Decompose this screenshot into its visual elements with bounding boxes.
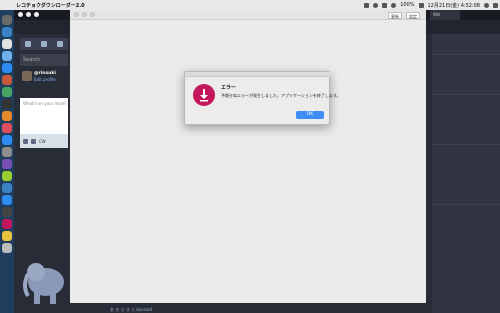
globe-icon[interactable] — [31, 138, 36, 144]
app-icon[interactable] — [2, 123, 12, 133]
column-divider — [432, 54, 500, 55]
app-icon[interactable] — [2, 99, 12, 109]
dialog-top-bar — [185, 72, 331, 77]
search-icon[interactable] — [484, 2, 489, 8]
app-icon[interactable] — [2, 51, 12, 61]
users-icon[interactable] — [41, 41, 47, 47]
app-icon[interactable] — [2, 87, 12, 97]
profile-handle[interactable]: @rinsuki — [34, 71, 56, 76]
window-titlebar: 更新 設定 — [70, 10, 426, 20]
compose-toolbar: CW — [20, 134, 68, 148]
content-warning-button[interactable]: CW — [39, 139, 46, 144]
app-icon[interactable] — [2, 39, 12, 49]
menu-icon[interactable] — [493, 2, 498, 8]
minimize-button[interactable] — [26, 12, 31, 17]
finder-icon[interactable] — [2, 15, 12, 25]
zoom-button[interactable] — [90, 12, 95, 17]
status-icon[interactable] — [382, 2, 388, 8]
globe-icon[interactable] — [57, 41, 63, 47]
app-menu-name[interactable]: レコチョクダウンローダー2.0 — [16, 2, 85, 9]
column-divider — [432, 144, 500, 145]
mascot-illustration — [23, 263, 64, 304]
download-icon — [193, 84, 215, 106]
app-icon[interactable] — [2, 75, 12, 85]
download-app-icon[interactable] — [2, 219, 12, 229]
app-icon[interactable] — [2, 147, 12, 157]
app-icon[interactable] — [2, 159, 12, 169]
dialog-title: エラー — [221, 85, 237, 91]
clock[interactable]: 12月21日(金) 4:52:08 — [428, 2, 481, 9]
dock — [0, 10, 14, 313]
update-button[interactable]: 更新 — [388, 12, 402, 19]
menu-icon[interactable] — [25, 41, 31, 47]
compose-placeholder: What's on your mind? — [23, 101, 67, 106]
app-icon[interactable] — [2, 231, 12, 241]
menu-bar: レコチョクダウンローダー2.0 100% 12月21日(金) 4:52:08 — [0, 0, 500, 10]
status-icon[interactable] — [373, 2, 379, 8]
app-icon[interactable] — [2, 207, 12, 217]
app-icon[interactable] — [2, 183, 12, 193]
app-icon[interactable] — [2, 27, 12, 37]
app-icon[interactable] — [2, 135, 12, 145]
dialog-message: 予期せぬエラーが発生しました。アプリケーションを終了します。 — [221, 93, 341, 98]
zoom-button[interactable] — [34, 12, 39, 17]
column-divider — [432, 204, 500, 205]
column-divider — [432, 94, 500, 95]
compose-textarea[interactable]: What's on your mind? — [20, 98, 68, 134]
ok-button[interactable]: OK — [296, 111, 324, 119]
status-icon[interactable] — [364, 2, 370, 8]
app-icon[interactable] — [2, 195, 12, 205]
edit-profile-link[interactable]: Edit profile — [34, 77, 56, 82]
battery-percent[interactable]: 100% — [400, 2, 414, 8]
app-icon[interactable] — [2, 63, 12, 73]
app-icon[interactable] — [2, 171, 12, 181]
browser-tab[interactable]: Wel — [430, 10, 460, 20]
avatar[interactable] — [22, 71, 32, 81]
downloader-window: 更新 設定 — [70, 10, 426, 303]
footer-text: あ き ら き ら bonzoid — [110, 307, 153, 312]
right-column — [432, 34, 500, 313]
compose-nav-bar — [20, 38, 68, 50]
window-controls — [18, 12, 39, 17]
window-controls — [74, 12, 95, 17]
close-button[interactable] — [18, 12, 23, 17]
profile-card: @rinsuki Edit profile — [20, 68, 68, 98]
error-dialog: エラー 予期せぬエラーが発生しました。アプリケーションを終了します。 OK — [184, 71, 341, 125]
close-button[interactable] — [74, 12, 79, 17]
search-input[interactable]: Search — [20, 54, 68, 66]
app-icon[interactable] — [2, 111, 12, 121]
minimize-button[interactable] — [82, 12, 87, 17]
camera-icon[interactable] — [23, 138, 28, 144]
settings-button[interactable]: 設定 — [406, 12, 420, 19]
battery-icon[interactable] — [418, 2, 424, 8]
trash-icon[interactable] — [2, 243, 12, 253]
wifi-icon[interactable] — [391, 2, 397, 8]
status-area: 100% 12月21日(金) 4:52:08 — [364, 0, 498, 10]
